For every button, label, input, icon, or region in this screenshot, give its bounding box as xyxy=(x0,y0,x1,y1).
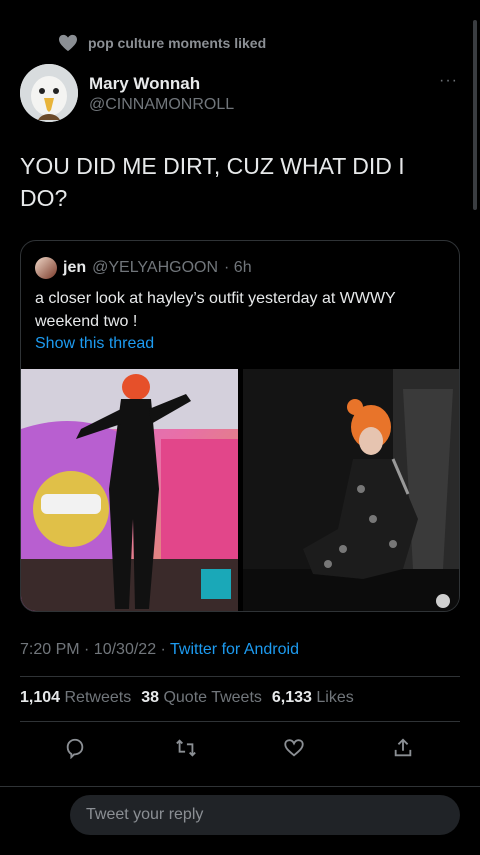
reply-bar xyxy=(0,786,480,855)
quoted-tweet[interactable]: jen @YELYAHGOON · 6h a closer look at ha… xyxy=(20,240,460,612)
avatar[interactable] xyxy=(20,64,78,122)
likes-count: 6,133 xyxy=(271,689,312,706)
retweets-count: 1,104 xyxy=(20,689,61,706)
tweet-stats: 1,104 Retweets 38 Quote Tweets 6,133 Lik… xyxy=(20,689,354,707)
quotes-label: Quote Tweets xyxy=(163,689,262,706)
quoted-author-handle: @YELYAHGOON xyxy=(92,259,219,276)
quoted-tweet-header: jen @YELYAHGOON · 6h xyxy=(35,257,252,279)
concert-photo-1 xyxy=(21,369,238,611)
quoted-author-name: jen xyxy=(63,259,87,276)
social-context-text: pop culture moments liked xyxy=(88,35,267,51)
photo-2[interactable] xyxy=(243,369,459,611)
quoted-avatar xyxy=(35,257,57,279)
likes-label: Likes xyxy=(316,689,354,706)
quoted-time: · 6h xyxy=(224,259,252,276)
tweet-text: YOU DID ME DIRT, CUZ WHAT DID I DO? xyxy=(20,153,405,211)
photo-1[interactable] xyxy=(21,369,238,611)
retweet-icon xyxy=(176,739,196,757)
likes-stat[interactable]: 6,133 Likes xyxy=(272,689,354,707)
author-handle[interactable]: @CINNAMONROLL xyxy=(89,96,234,114)
timestamp: 7:20 PM · 10/30/22 · xyxy=(20,641,171,658)
quoted-tweet-text: a closer look at hayley’s outfit yesterd… xyxy=(35,290,396,330)
quotes-stat[interactable]: 38 Quote Tweets xyxy=(141,689,262,707)
retweet-button[interactable] xyxy=(171,733,201,763)
like-button[interactable] xyxy=(279,733,309,763)
scrollbar[interactable] xyxy=(473,20,477,210)
like-icon xyxy=(284,739,304,757)
retweets-label: Retweets xyxy=(64,689,132,706)
quotes-count: 38 xyxy=(141,689,159,706)
divider xyxy=(20,676,460,677)
show-thread-link[interactable]: Show this thread xyxy=(35,335,154,353)
author-name[interactable]: Mary Wonnah xyxy=(89,74,200,94)
divider xyxy=(20,721,460,722)
concert-photo-2 xyxy=(243,369,459,611)
share-icon xyxy=(394,738,412,757)
heart-icon xyxy=(59,34,77,52)
eagle-avatar-image xyxy=(20,64,78,122)
social-context: pop culture moments liked xyxy=(58,34,266,52)
source-link[interactable]: Twitter for Android xyxy=(170,641,299,658)
retweets-stat[interactable]: 1,104 Retweets xyxy=(20,689,131,707)
share-button[interactable] xyxy=(388,733,418,763)
reply-button[interactable] xyxy=(60,733,90,763)
more-options-icon[interactable]: ··· xyxy=(439,72,458,90)
reply-icon xyxy=(66,738,84,759)
tweet-meta: 7:20 PM · 10/30/22 · Twitter for Android xyxy=(20,641,299,659)
action-bar xyxy=(20,733,460,763)
reply-input[interactable] xyxy=(70,795,460,835)
